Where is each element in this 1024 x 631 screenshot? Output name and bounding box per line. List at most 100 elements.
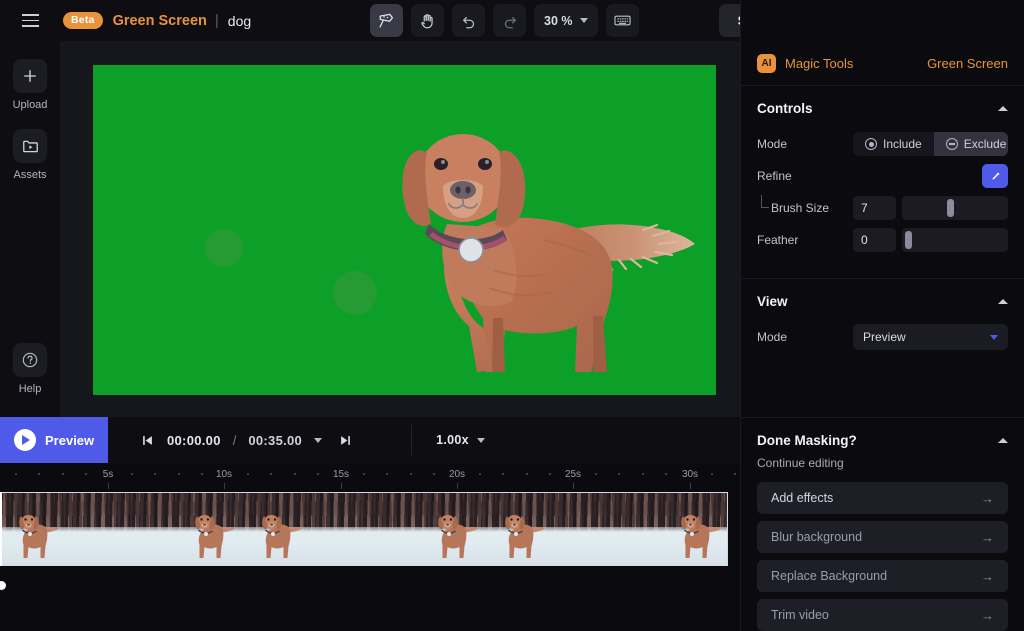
timeline-clip-filmstrip[interactable] <box>0 492 728 566</box>
done-masking-title: Done Masking? <box>757 433 857 448</box>
timeline-tick-dot <box>479 473 481 475</box>
timeline-tick-dot <box>178 473 180 475</box>
feather-row: Feather 0 <box>757 226 1008 254</box>
timeline-tick-dot <box>618 473 620 475</box>
canvas-area[interactable] <box>60 41 740 417</box>
timeline-tick-dot <box>433 473 435 475</box>
include-label: Include <box>883 137 922 151</box>
filmstrip-thumbnail <box>122 493 244 565</box>
done-masking-subtitle: Continue editing <box>757 456 1008 470</box>
timeline-ruler[interactable]: 5s10s15s20s25s30s <box>0 463 740 490</box>
sidebar-item-help-label: Help <box>19 383 42 395</box>
timeline[interactable]: 5s10s15s20s25s30s <box>0 463 740 631</box>
timeline-tick-dot <box>247 473 249 475</box>
timeline-tick-dot <box>363 473 365 475</box>
thumbnail-dog <box>502 507 548 561</box>
timeline-tick-line <box>108 483 109 489</box>
timeline-tick-dot <box>642 473 644 475</box>
zoom-level-dropdown[interactable]: 30 % <box>534 4 598 37</box>
controls-section-header[interactable]: Controls <box>757 86 1008 130</box>
done-action-button[interactable]: Replace Background→ <box>757 560 1008 592</box>
refine-label: Refine <box>757 169 853 183</box>
brush-size-label: Brush Size <box>757 201 853 215</box>
arrow-right-icon: → <box>981 569 994 584</box>
sidebar-item-assets[interactable]: Assets <box>0 129 60 181</box>
assets-icon-box <box>13 129 47 163</box>
timeline-tick-label: 30s <box>682 469 698 480</box>
feather-slider[interactable] <box>902 228 1008 252</box>
magic-mask-tool-button[interactable] <box>370 4 403 37</box>
timeline-tick-dot <box>85 473 87 475</box>
timeline-tick-dot <box>734 473 736 475</box>
mode-option-exclude[interactable]: Exclude <box>934 132 1008 156</box>
timeline-tick-line <box>341 483 342 489</box>
feather-input[interactable]: 0 <box>853 228 896 252</box>
thumbnail-dog <box>435 507 481 561</box>
exclude-label: Exclude <box>964 137 1007 151</box>
dog-subject <box>343 120 703 395</box>
filmstrip-thumbnail <box>365 493 487 565</box>
timeline-tick-dot <box>62 473 64 475</box>
filmstrip-thumbnail <box>0 493 122 565</box>
timeline-tick-dot <box>131 473 133 475</box>
done-action-label: Trim video <box>771 608 829 622</box>
hamburger-icon[interactable] <box>12 3 48 39</box>
transport-controls: 00:00.00 / 00:35.00 <box>140 433 353 448</box>
video-preview-frame[interactable] <box>93 65 716 395</box>
slider-knob[interactable] <box>905 231 912 249</box>
thumbnail-dog <box>16 507 62 561</box>
skip-to-start-icon[interactable] <box>140 433 155 448</box>
timeline-tick-line <box>573 483 574 489</box>
folder-video-icon <box>21 137 40 156</box>
mode-segmented-control: Include Exclude <box>853 132 1008 156</box>
timeline-tick-line <box>690 483 691 489</box>
mask-brush-mark <box>205 229 243 267</box>
chevron-down-icon <box>580 18 588 23</box>
ai-badge-icon: AI <box>757 54 776 73</box>
toolbar-divider <box>411 425 412 455</box>
preview-play-button[interactable]: Preview <box>0 417 108 463</box>
brush-size-input[interactable]: 7 <box>853 196 896 220</box>
done-action-label: Add effects <box>771 491 833 505</box>
magic-tools-label: Magic Tools <box>785 56 853 71</box>
thumbnail-dog <box>192 507 238 561</box>
project-name[interactable]: dog <box>228 13 251 29</box>
timeline-tick-label: 20s <box>449 469 465 480</box>
playhead-handle[interactable] <box>0 581 6 590</box>
tool-cluster: 30 % <box>370 4 639 37</box>
preview-label: Preview <box>45 433 94 448</box>
view-section-header[interactable]: View <box>757 279 1008 323</box>
refine-row: Refine <box>757 162 1008 190</box>
undo-arrow-icon <box>460 12 478 30</box>
page-title: Green Screen <box>113 13 207 29</box>
refine-brush-button[interactable] <box>982 164 1008 188</box>
timeline-tick-label: 25s <box>565 469 581 480</box>
mode-row: Mode Include Exclude <box>757 130 1008 158</box>
arrow-right-icon: → <box>981 530 994 545</box>
mode-option-include[interactable]: Include <box>853 132 934 156</box>
exclude-circle-icon <box>946 138 958 150</box>
keyboard-shortcuts-button[interactable] <box>606 4 639 37</box>
slider-knob[interactable] <box>947 199 954 217</box>
done-action-button[interactable]: Blur background→ <box>757 521 1008 553</box>
brush-size-slider[interactable] <box>902 196 1008 220</box>
skip-to-end-icon[interactable] <box>338 433 353 448</box>
undo-button[interactable] <box>452 4 485 37</box>
redo-button[interactable] <box>493 4 526 37</box>
timeline-tick-dot <box>410 473 412 475</box>
timeline-tick-dot <box>665 473 667 475</box>
done-action-button[interactable]: Trim video→ <box>757 599 1008 631</box>
sidebar-item-help[interactable]: Help <box>0 343 60 395</box>
view-mode-dropdown[interactable]: Preview <box>853 324 1008 350</box>
hand-tool-button[interactable] <box>411 4 444 37</box>
title-separator: | <box>215 12 219 29</box>
done-action-button[interactable]: Add effects→ <box>757 482 1008 514</box>
time-format-chevron-down-icon[interactable] <box>314 438 322 443</box>
chevron-down-icon <box>477 438 485 443</box>
timeline-tick-dot <box>711 473 713 475</box>
view-mode-label: Mode <box>757 330 853 344</box>
sidebar-item-upload[interactable]: Upload <box>0 59 60 111</box>
thumbnail-dog <box>259 507 305 561</box>
playback-speed-dropdown[interactable]: 1.00x <box>436 433 485 447</box>
current-time[interactable]: 00:00.00 <box>167 433 221 448</box>
